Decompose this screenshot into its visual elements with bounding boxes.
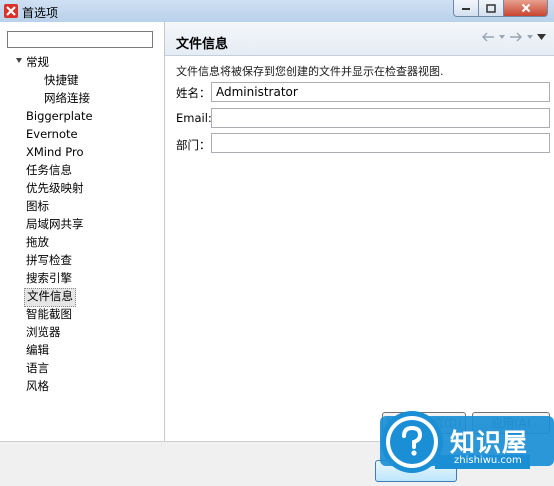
name-field[interactable] <box>211 82 550 102</box>
tree-item[interactable]: 浏览器 <box>26 324 61 341</box>
menu-dropdown-icon[interactable] <box>537 34 546 40</box>
tree-item[interactable]: 智能截图 <box>26 306 72 323</box>
preferences-window: 首选项 常规 快捷键 网络连接 Biggerplate Evernote XMind Pr… <box>0 0 554 486</box>
tree-item[interactable]: Biggerplate <box>26 108 93 125</box>
watermark: 知识屋 zhishiwu.com <box>380 410 554 478</box>
tree-item[interactable]: 常规 <box>26 54 49 71</box>
tree-item[interactable]: 语言 <box>26 360 49 377</box>
preference-page: 文件信息 文件信息将被保存到您创建的文件并显示在检查器视图. 姓名： Email… <box>165 22 554 441</box>
tree-item[interactable]: XMind Pro <box>26 144 83 161</box>
department-label: 部门： <box>176 138 211 152</box>
name-label: 姓名： <box>176 86 211 100</box>
maximize-button[interactable] <box>479 0 504 17</box>
tree-item[interactable]: 优先级映射 <box>26 180 84 197</box>
tree-item[interactable]: 局域网共享 <box>26 216 84 233</box>
xmind-app-icon <box>4 4 18 18</box>
tree-item[interactable]: 图标 <box>26 198 49 215</box>
tree-item[interactable]: 任务信息 <box>26 162 72 179</box>
maximize-icon <box>486 3 496 13</box>
minimize-icon <box>462 8 470 10</box>
forward-arrow-icon[interactable] <box>509 32 523 42</box>
tree-item[interactable]: 编辑 <box>26 342 49 359</box>
expand-arrow-icon[interactable] <box>16 58 22 63</box>
window-title: 首选项 <box>22 6 59 20</box>
back-arrow-icon[interactable] <box>481 32 495 42</box>
filter-input[interactable] <box>7 31 153 48</box>
window-controls <box>453 0 548 18</box>
tree-item[interactable]: 风格 <box>26 378 49 395</box>
page-title: 文件信息 <box>176 37 229 52</box>
page-header: 文件信息 <box>165 22 554 56</box>
tree-item[interactable]: 拖放 <box>26 234 49 251</box>
page-nav <box>481 32 546 42</box>
email-field[interactable] <box>211 108 550 128</box>
minimize-button[interactable] <box>453 0 479 17</box>
tree-item[interactable]: Evernote <box>26 126 78 143</box>
back-dropdown-icon[interactable] <box>499 35 505 39</box>
forward-dropdown-icon[interactable] <box>527 35 533 39</box>
close-button[interactable] <box>504 0 548 17</box>
tree-item[interactable]: 快捷键 <box>44 72 79 89</box>
page-description: 文件信息将被保存到您创建的文件并显示在检查器视图. <box>176 65 444 78</box>
close-icon <box>521 3 530 13</box>
tree-item[interactable]: 文件信息 <box>24 288 76 307</box>
title-bar: 首选项 <box>0 0 554 22</box>
watermark-subtext: zhishiwu.com <box>454 455 522 466</box>
department-field[interactable] <box>211 133 550 153</box>
tree-item[interactable]: 搜索引擎 <box>26 270 72 287</box>
tree-item[interactable]: 拼写检查 <box>26 252 72 269</box>
preferences-nav-pane: 常规 快捷键 网络连接 Biggerplate Evernote XMind Pro 任务信… <box>0 22 165 441</box>
tree-item[interactable]: 网络连接 <box>44 90 90 107</box>
email-label: Email: <box>176 111 212 125</box>
watermark-text: 知识屋 <box>450 428 529 457</box>
